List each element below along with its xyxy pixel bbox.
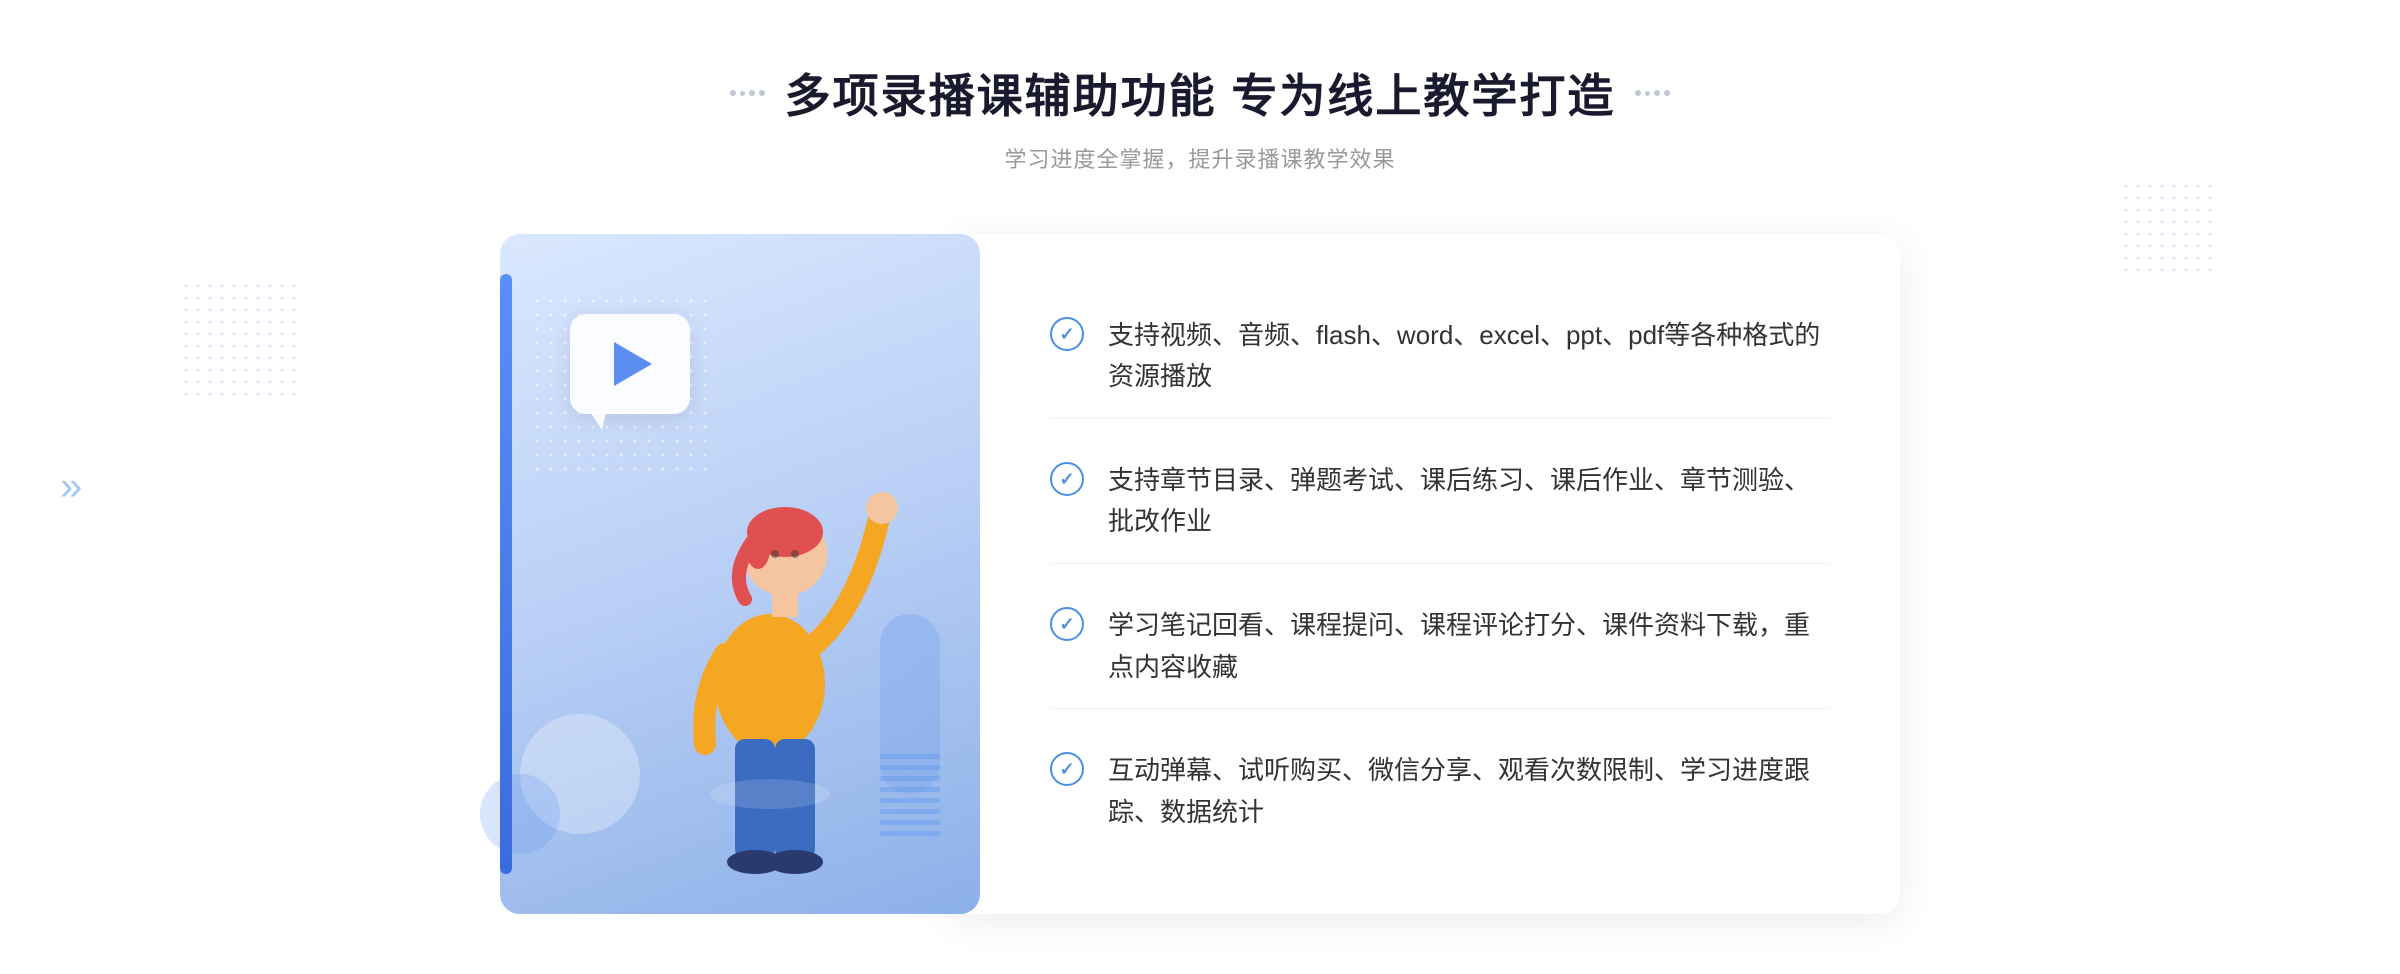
header-dot	[1635, 90, 1641, 96]
header-title-row: 多项录播课辅助功能 专为线上教学打造	[730, 60, 1671, 126]
check-mark-icon: ✓	[1059, 760, 1074, 778]
feature-item-3: ✓ 学习笔记回看、课程提问、课程评论打分、课件资料下载，重点内容收藏	[1050, 585, 1830, 709]
feature-text-1: 支持视频、音频、flash、word、excel、ppt、pdf等各种格式的资源…	[1108, 315, 1830, 398]
check-circle-1: ✓	[1050, 317, 1084, 351]
deco-circle-2	[480, 774, 560, 854]
header-dot	[749, 90, 755, 96]
header-dot	[759, 90, 765, 96]
check-mark-icon: ✓	[1059, 615, 1074, 633]
feature-item-1: ✓ 支持视频、音频、flash、word、excel、ppt、pdf等各种格式的…	[1050, 295, 1830, 419]
illustration-card	[500, 234, 980, 914]
header-dot	[1645, 91, 1650, 96]
check-circle-2: ✓	[1050, 462, 1084, 496]
main-title: 多项录播课辅助功能 专为线上教学打造	[785, 60, 1616, 126]
header-dot	[730, 90, 736, 96]
feature-text-3: 学习笔记回看、课程提问、课程评论打分、课件资料下载，重点内容收藏	[1108, 605, 1830, 688]
header-dots-left	[730, 90, 765, 96]
check-mark-icon: ✓	[1059, 470, 1074, 488]
play-icon	[614, 342, 652, 386]
header-section: 多项录播课辅助功能 专为线上教学打造 学习进度全掌握，提升录播课教学效果	[730, 60, 1671, 174]
subtitle: 学习进度全掌握，提升录播课教学效果	[730, 142, 1671, 174]
header-dot	[1654, 90, 1660, 96]
feature-item-2: ✓ 支持章节目录、弹题考试、课后练习、课后作业、章节测验、批改作业	[1050, 440, 1830, 564]
blue-side-bar	[500, 274, 512, 874]
check-circle-3: ✓	[1050, 607, 1084, 641]
bg-dots-left	[180, 280, 300, 400]
header-dot	[740, 91, 745, 96]
bg-dots-right	[2120, 180, 2220, 280]
content-area: ✓ 支持视频、音频、flash、word、excel、ppt、pdf等各种格式的…	[500, 234, 1900, 914]
features-card: ✓ 支持视频、音频、flash、word、excel、ppt、pdf等各种格式的…	[950, 234, 1900, 914]
feature-item-4: ✓ 互动弹幕、试听购买、微信分享、观看次数限制、学习进度跟踪、数据统计	[1050, 730, 1830, 853]
feature-text-2: 支持章节目录、弹题考试、课后练习、课后作业、章节测验、批改作业	[1108, 460, 1830, 543]
double-chevron-icon: »	[60, 465, 82, 510]
play-bubble	[570, 314, 690, 414]
header-dot	[1664, 90, 1670, 96]
header-dots-right	[1635, 90, 1670, 96]
check-mark-icon: ✓	[1059, 325, 1074, 343]
check-circle-4: ✓	[1050, 752, 1084, 786]
feature-text-4: 互动弹幕、试听购买、微信分享、观看次数限制、学习进度跟踪、数据统计	[1108, 750, 1830, 833]
page-wrapper: » 多项录播课辅助功能 专为线上教学打造 学习进度全掌握，提升录播课教学效果	[0, 0, 2400, 974]
person-figure	[620, 414, 920, 914]
